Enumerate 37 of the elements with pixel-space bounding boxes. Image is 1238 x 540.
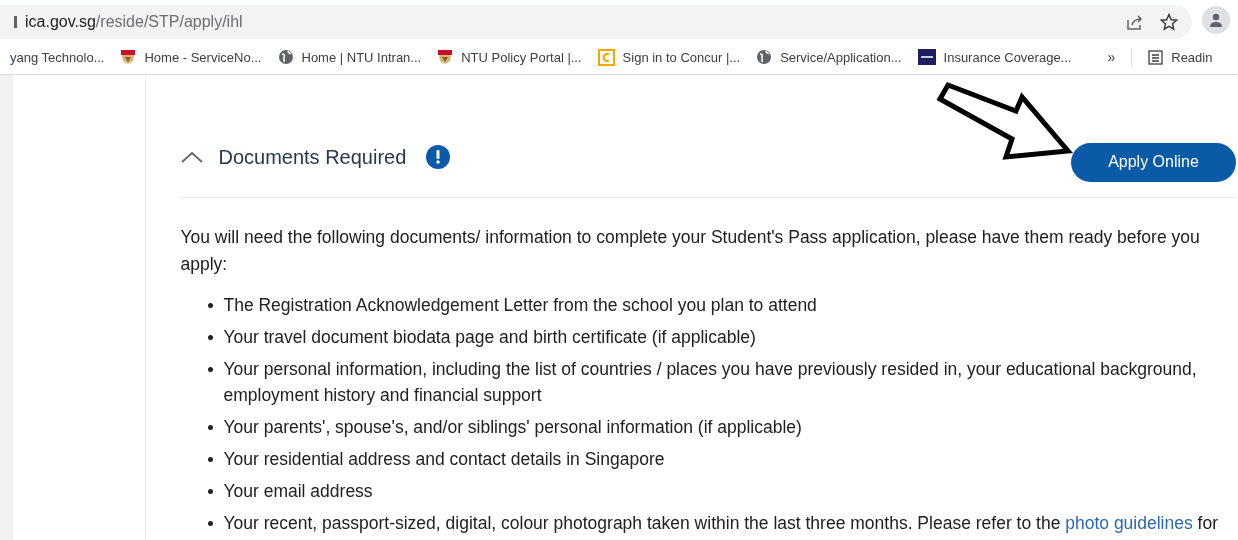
intro-text: You will need the following documents/ information to complete your Student's Pass application, please have them ready before you apply: xyxy=(180,226,1201,276)
bookmark-link[interactable]: Home | NTU Intran... xyxy=(277,49,422,65)
bullet-icon xyxy=(208,489,214,494)
profile-icon[interactable] xyxy=(1202,6,1230,34)
info-icon xyxy=(426,145,451,169)
list-item-text: Your personal information, including the list of countries / places you have previously resided in, your educational background, employment history and financial support xyxy=(223,358,1198,407)
bookmark-link[interactable]: Home - ServiceNo... xyxy=(120,49,262,65)
list-item-text: Your recent, passport-sized, digital, colour photograph taken within the last three months. Please refer to the photo guidelines for xyxy=(223,512,1218,535)
list-item-text: Your residential address and contact details in Singapore xyxy=(223,448,665,471)
bullet-icon xyxy=(208,303,214,308)
reading-list-link[interactable]: Readin xyxy=(1148,49,1213,65)
list-icon xyxy=(1148,49,1164,65)
apply-online-button[interactable]: Apply Online xyxy=(1071,142,1236,182)
globe-icon xyxy=(277,49,294,65)
list-item-text: Your travel document biodata page and birth certificate (if applicable) xyxy=(223,326,756,349)
list-item-text: The Registration Acknowledgement Letter from the school you plan to attend xyxy=(223,294,817,317)
square-logo-icon xyxy=(917,49,936,65)
bullet-icon xyxy=(208,457,214,462)
bullet-icon xyxy=(208,335,214,340)
crest-icon xyxy=(437,49,454,65)
globe-icon xyxy=(756,49,773,65)
more-bookmarks-button[interactable]: » xyxy=(1107,49,1116,65)
photo-guidelines-link[interactable]: photo guidelines xyxy=(1065,513,1193,533)
concur-icon xyxy=(597,48,615,66)
crest-icon xyxy=(120,49,137,65)
list-item-text: Your email address xyxy=(223,480,373,503)
bookmark-link[interactable]: yang Technolo... xyxy=(10,49,105,65)
section-title: Documents Required xyxy=(218,145,407,169)
bookmark-link[interactable]: NTU Policy Portal |... xyxy=(437,49,582,65)
list-item-text: Your parents', spouse's, and/or siblings' personal information (if applicable) xyxy=(223,416,802,439)
bookmark-link[interactable]: Insurance Coverage... xyxy=(917,49,1072,65)
bullet-icon xyxy=(208,521,214,526)
bookmark-link[interactable]: Service/Application... xyxy=(756,49,902,65)
bookmark-link[interactable]: Sign in to Concur |... xyxy=(597,48,741,66)
bullet-icon xyxy=(208,425,214,430)
bullet-icon xyxy=(208,367,214,372)
collapse-toggle[interactable] xyxy=(180,150,205,164)
